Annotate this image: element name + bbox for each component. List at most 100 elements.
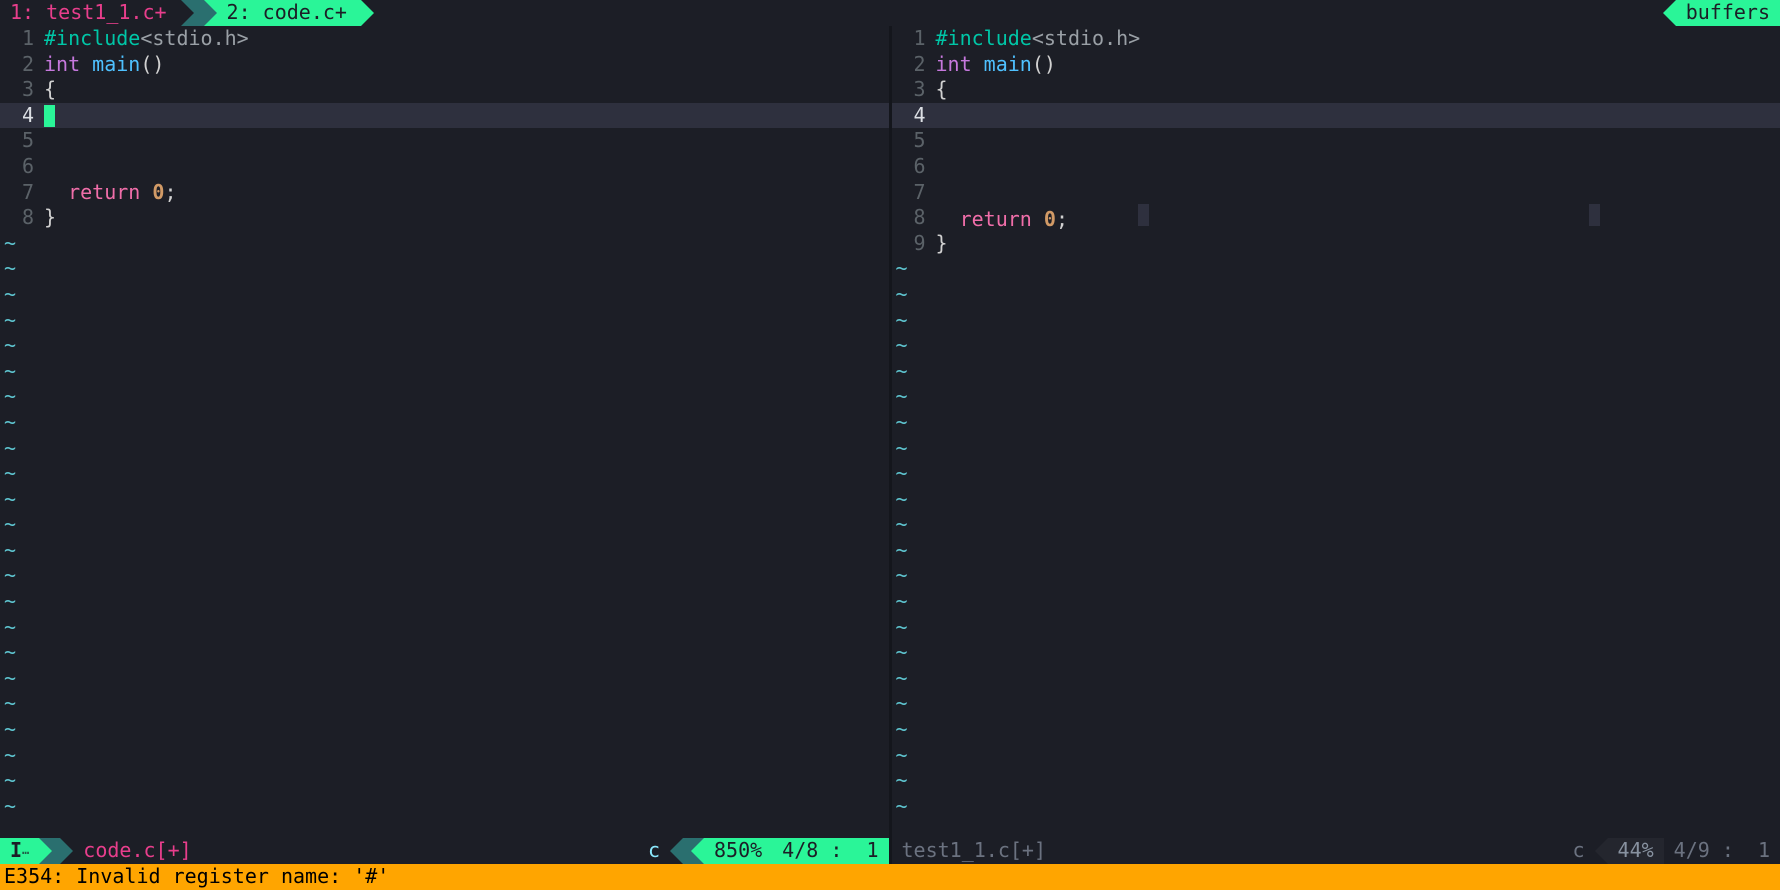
trailing-whitespace: [1138, 204, 1149, 226]
tilde-icon: ~: [0, 359, 16, 385]
trailing-whitespace: [1589, 204, 1600, 226]
editor-left[interactable]: 1#include<stdio.h>2int main()3{4567 retu…: [0, 26, 889, 838]
tilde-icon: ~: [892, 717, 908, 743]
empty-line: ~: [0, 666, 889, 692]
tilde-icon: ~: [892, 282, 908, 308]
code-line[interactable]: 9}: [892, 231, 1780, 257]
code-line[interactable]: 2int main(): [0, 52, 889, 78]
buffers-label: buffers: [1686, 0, 1770, 26]
empty-line: ~: [892, 615, 1780, 641]
code-line[interactable]: 1#include<stdio.h>: [0, 26, 889, 52]
line-number: 2: [892, 52, 936, 78]
command-line[interactable]: E354: Invalid register name: '#': [0, 864, 1780, 890]
status-position: 4/9 : 1: [1664, 838, 1780, 864]
empty-line: ~: [892, 768, 1780, 794]
status-percent: 44%: [1608, 838, 1664, 864]
code-content: int main(): [44, 52, 164, 78]
code-content: }: [936, 231, 948, 257]
tilde-icon: ~: [0, 461, 16, 487]
tilde-icon: ~: [892, 308, 908, 334]
tilde-icon: ~: [0, 589, 16, 615]
line-number: 3: [892, 77, 936, 103]
tilde-icon: ~: [0, 743, 16, 769]
separator-icon: [670, 838, 683, 864]
tilde-icon: ~: [0, 487, 16, 513]
tilde-icon: ~: [0, 615, 16, 641]
separator-icon: [52, 838, 60, 864]
code-content: #include<stdio.h>: [44, 26, 249, 52]
line-number: 9: [892, 231, 936, 257]
buffers-badge[interactable]: buffers: [1676, 0, 1780, 26]
tilde-icon: ~: [892, 384, 908, 410]
tilde-icon: ~: [892, 436, 908, 462]
tilde-icon: ~: [0, 384, 16, 410]
empty-line: ~: [892, 512, 1780, 538]
code-content: int main(): [936, 52, 1056, 78]
line-number: 8: [892, 205, 936, 231]
separator-icon: [691, 838, 704, 864]
code-line[interactable]: 4: [0, 103, 889, 129]
empty-line: ~: [0, 563, 889, 589]
empty-line: ~: [0, 794, 889, 820]
separator-icon: [181, 0, 194, 26]
code-line[interactable]: 8 return 0;: [892, 205, 1780, 231]
code-line[interactable]: 4: [892, 103, 1780, 129]
tilde-icon: ~: [892, 768, 908, 794]
line-number: 7: [892, 180, 936, 206]
empty-line: ~: [892, 487, 1780, 513]
pane-right: 1#include<stdio.h>2int main()3{45678 ret…: [892, 26, 1780, 864]
empty-line: ~: [892, 666, 1780, 692]
code-line[interactable]: 7 return 0;: [0, 180, 889, 206]
empty-line: ~: [0, 461, 889, 487]
tilde-icon: ~: [892, 666, 908, 692]
code-line[interactable]: 7: [892, 180, 1780, 206]
statusline-right: test1_1.c[+] c 44% 4/9 : 1: [892, 838, 1780, 864]
code-line[interactable]: 6: [892, 154, 1780, 180]
code-line[interactable]: 2int main(): [892, 52, 1780, 78]
line-number: 5: [0, 128, 44, 154]
pane-left: 1#include<stdio.h>2int main()3{4567 retu…: [0, 26, 889, 864]
tilde-icon: ~: [892, 691, 908, 717]
line-number: 6: [892, 154, 936, 180]
status-filetype: c: [1563, 838, 1595, 864]
empty-line: ~: [892, 308, 1780, 334]
status-filetype: c: [638, 838, 670, 864]
empty-line: ~: [892, 563, 1780, 589]
empty-line: ~: [892, 333, 1780, 359]
line-number: 7: [0, 180, 44, 206]
cursor: [44, 105, 55, 127]
status-filename: test1_1.c[+]: [892, 838, 1057, 864]
empty-line: ~: [892, 359, 1780, 385]
code-content: {: [936, 77, 948, 103]
tilde-icon: ~: [0, 691, 16, 717]
statusline-left: I… code.c[+] c 850% 4/8 : 1: [0, 838, 889, 864]
line-number: 1: [892, 26, 936, 52]
tilde-icon: ~: [892, 794, 908, 820]
tilde-icon: ~: [892, 640, 908, 666]
tab-code[interactable]: 2: code.c+: [217, 0, 361, 26]
empty-line: ~: [892, 589, 1780, 615]
tab-test1_1[interactable]: 1: test1_1.c+: [0, 0, 181, 26]
code-line[interactable]: 3{: [892, 77, 1780, 103]
tilde-icon: ~: [892, 589, 908, 615]
empty-line: ~: [892, 717, 1780, 743]
mode-indicator: I…: [0, 838, 39, 864]
line-number: 1: [0, 26, 44, 52]
code-line[interactable]: 8}: [0, 205, 889, 231]
editor-right[interactable]: 1#include<stdio.h>2int main()3{45678 ret…: [892, 26, 1780, 838]
code-line[interactable]: 5: [892, 128, 1780, 154]
separator-icon: [204, 0, 217, 26]
tilde-icon: ~: [892, 743, 908, 769]
code-line[interactable]: 6: [0, 154, 889, 180]
code-line[interactable]: 3{: [0, 77, 889, 103]
line-number: 8: [0, 205, 44, 231]
code-line[interactable]: 5: [0, 128, 889, 154]
empty-line: ~: [0, 538, 889, 564]
tilde-icon: ~: [892, 487, 908, 513]
code-line[interactable]: 1#include<stdio.h>: [892, 26, 1780, 52]
tilde-icon: ~: [892, 461, 908, 487]
tilde-icon: ~: [892, 615, 908, 641]
empty-line: ~: [0, 512, 889, 538]
tab-label: 2: code.c+: [227, 0, 347, 26]
line-number: 4: [892, 103, 936, 129]
